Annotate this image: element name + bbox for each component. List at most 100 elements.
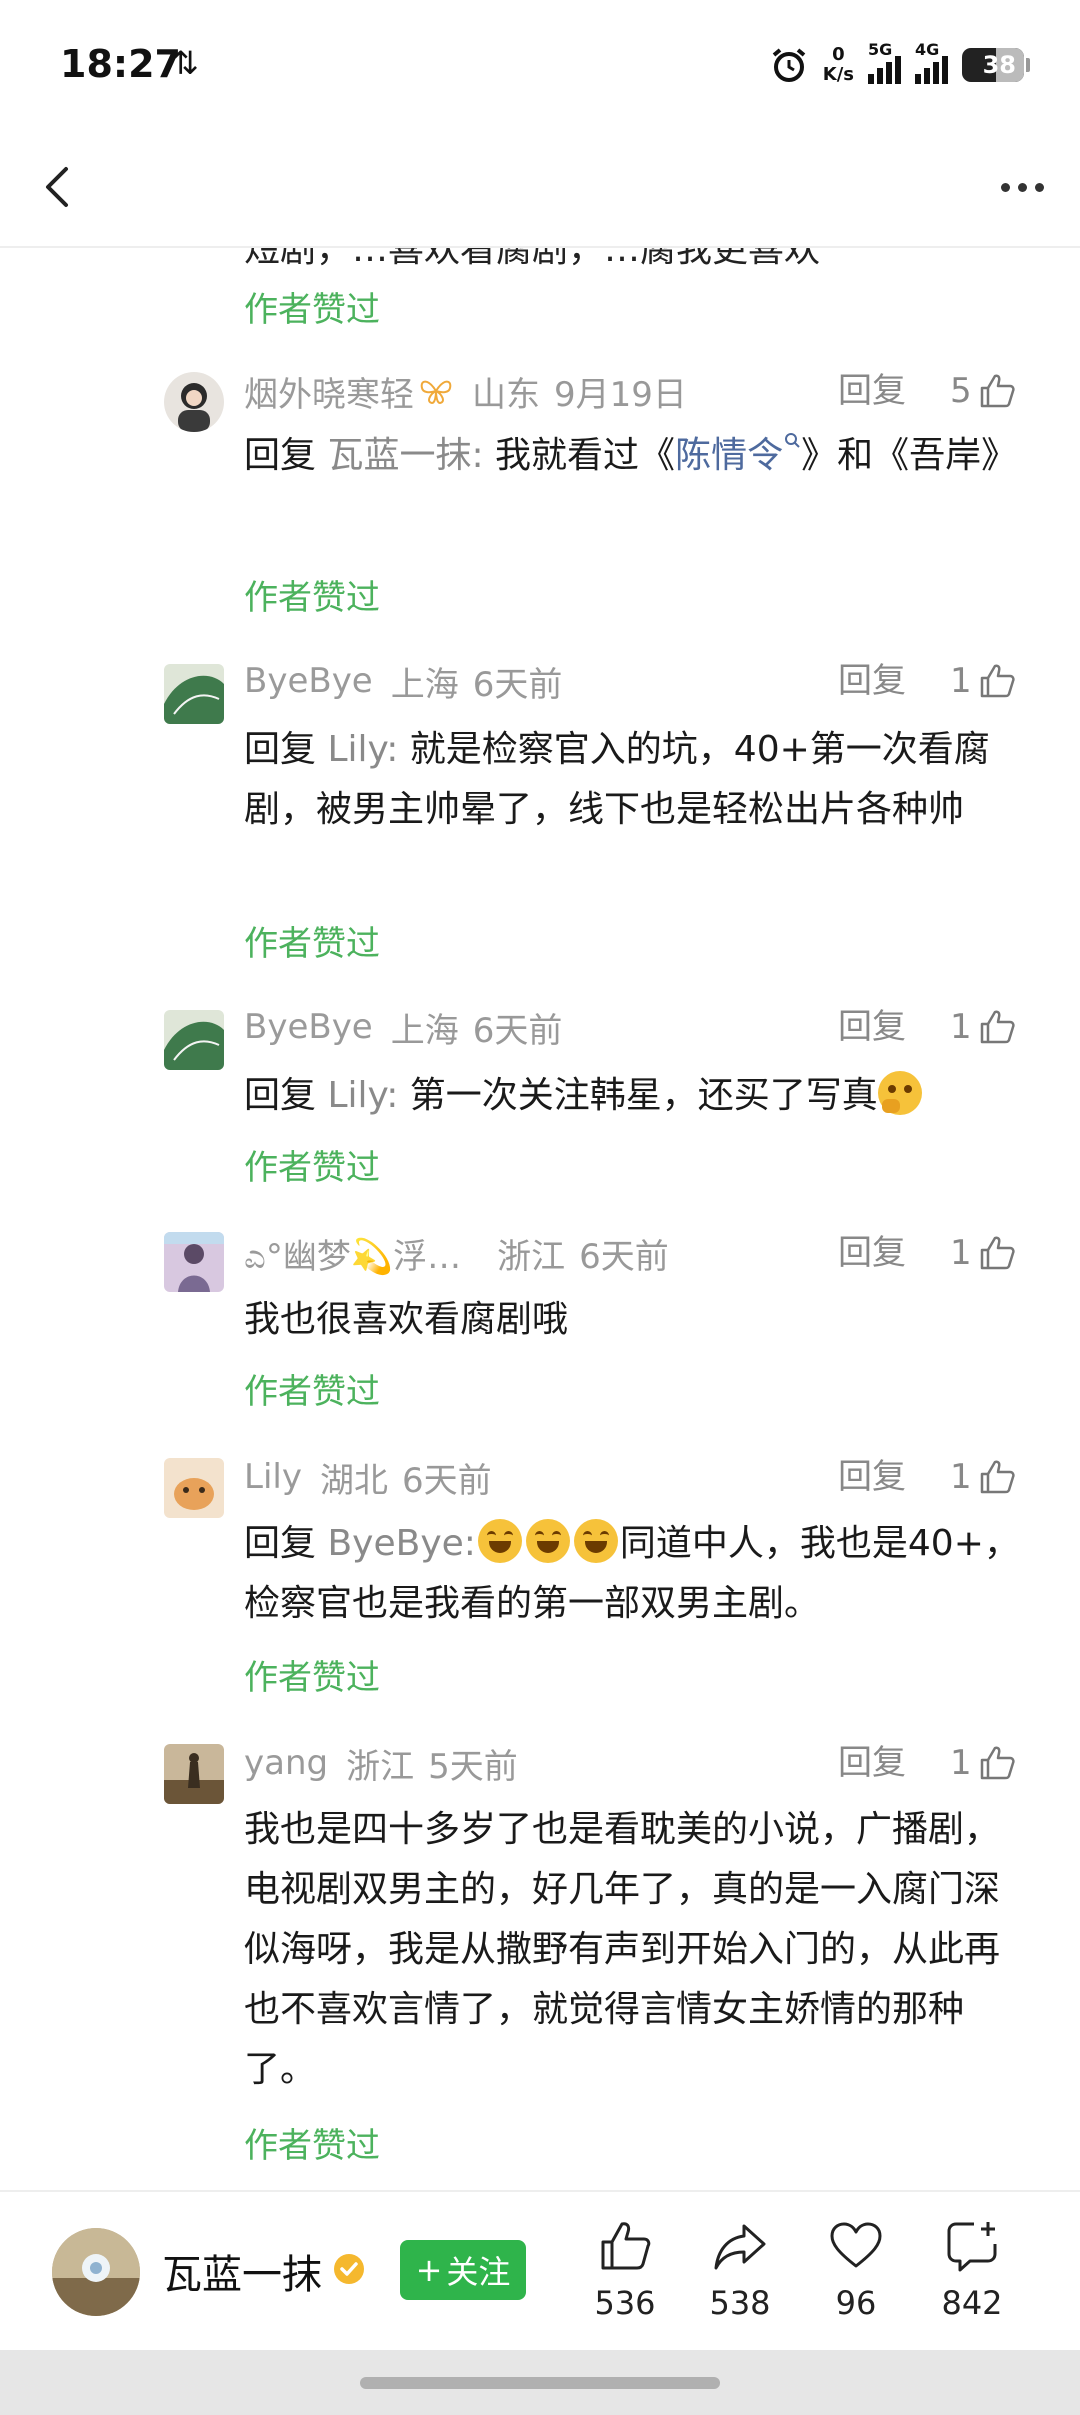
reply-target[interactable]: 瓦蓝一抹:	[327, 435, 483, 476]
author-liked-label: 作者赞过	[244, 1658, 380, 1698]
comment-text: 回复 Lily: 第一次关注韩星，还买了写真	[244, 1066, 1034, 1126]
comment-date: 5天前	[428, 1746, 518, 1787]
comment-date: 6天前	[472, 664, 563, 705]
like-count: 1	[950, 1457, 972, 1497]
reply-button[interactable]: 回复	[838, 1226, 906, 1280]
avatar[interactable]	[164, 664, 224, 724]
like-button[interactable]: 1	[950, 1736, 1016, 1790]
verified-badge-icon	[334, 2254, 364, 2284]
comment-date: 6天前	[472, 1010, 563, 1051]
status-bar: 18:27 ⇅ 0 K/s 5G 4G 38	[0, 0, 1080, 130]
author-avatar[interactable]	[52, 2228, 140, 2316]
comment-date: 9月19日	[554, 374, 687, 415]
reply-button[interactable]: 回复	[838, 1450, 906, 1504]
comment-text-part: 我就看过《	[483, 435, 676, 476]
like-total: 536	[594, 2284, 656, 2322]
signal-5g-icon: 5G	[868, 40, 901, 84]
status-time: 18:27	[60, 42, 181, 86]
commenter-location: 浙江	[497, 1236, 566, 1277]
thumbs-up-icon	[980, 664, 1015, 698]
favorite-action[interactable]: 96	[806, 2218, 906, 2338]
reply-button[interactable]: 回复	[838, 364, 906, 418]
favorite-total: 96	[835, 2284, 877, 2322]
thumbs-up-icon	[980, 1746, 1015, 1780]
comment-action[interactable]: 842	[922, 2218, 1022, 2338]
like-count: 1	[950, 1233, 972, 1273]
share-arrow-icon	[714, 2224, 766, 2270]
alarm-icon	[772, 48, 806, 82]
search-link[interactable]: 陈情令	[675, 435, 783, 476]
reply-button[interactable]: 回复	[838, 1000, 906, 1054]
reply-prefix: 回复	[244, 729, 317, 770]
search-icon	[785, 433, 800, 448]
network-speed-value: 0	[832, 44, 845, 65]
comment-text: 回复 Lily: 就是检察官入的坑，40+第一次看腐剧，被男主帅晕了，线下也是轻…	[244, 720, 1034, 840]
author-name[interactable]: 瓦蓝一抹	[162, 2242, 322, 2300]
avatar[interactable]	[164, 1232, 224, 1292]
bottom-action-bar: 瓦蓝一抹 + 关注 536 538 96 842	[0, 2190, 1080, 2350]
comment-date: 6天前	[401, 1460, 492, 1501]
more-button[interactable]	[992, 160, 1052, 214]
like-count: 1	[950, 1743, 972, 1783]
butterfly-badge-icon	[420, 380, 452, 405]
reply-target[interactable]: ByeBye:	[327, 1523, 475, 1564]
battery-level: 38	[982, 51, 1016, 79]
like-button[interactable]: 1	[950, 1226, 1016, 1280]
thumbs-up-icon	[980, 1236, 1015, 1270]
thumbs-up-icon	[980, 1460, 1015, 1494]
follow-label: 关注	[446, 2253, 511, 2291]
commenter-name[interactable]: ByeBye	[244, 1007, 373, 1047]
commenter-name[interactable]: 烟外晓寒轻	[244, 367, 414, 416]
comment-text: 回复 瓦蓝一抹: 我就看过《陈情令 》和《吾岸》	[244, 426, 1034, 486]
reply-button[interactable]: 回复	[838, 1736, 906, 1790]
commenter-name[interactable]: ಎ°幽梦💫浮…	[244, 1229, 461, 1278]
comment-total: 842	[941, 2284, 1003, 2322]
reply-prefix: 回复	[244, 435, 317, 476]
comment-text: 回复 ByeBye: 同道中人，我也是40+，检察官也是我看的第一部双男主剧。	[244, 1514, 1034, 1634]
reply-button[interactable]: 回复	[838, 654, 906, 708]
like-button[interactable]: 1	[950, 654, 1016, 708]
avatar[interactable]	[164, 1744, 224, 1804]
heart-icon	[830, 2222, 882, 2268]
signal-4g-label: 4G	[915, 40, 940, 59]
signal-4g-icon: 4G	[915, 40, 948, 84]
nav-bar	[0, 130, 1080, 248]
like-button[interactable]: 1	[950, 1450, 1016, 1504]
comment-text: 我也是四十多岁了也是看耽美的小说，广播剧，电视剧双男主的，好几年了，真的是一入腐…	[244, 1809, 1001, 2090]
author-liked-label: 作者赞过	[244, 1148, 380, 1188]
like-button[interactable]: 5	[950, 364, 1016, 418]
home-indicator[interactable]	[360, 2377, 720, 2389]
author-liked-label: 作者赞过	[244, 290, 380, 330]
reply-target[interactable]: Lily:	[327, 729, 398, 770]
commenter-name[interactable]: yang	[244, 1743, 328, 1783]
commenter-location: 上海	[390, 1010, 459, 1051]
network-speed-unit: K/s	[822, 64, 854, 85]
avatar[interactable]	[164, 1458, 224, 1518]
commenter-location: 浙江	[346, 1746, 415, 1787]
commenter-name[interactable]: Lily	[244, 1457, 302, 1497]
like-count: 1	[950, 1007, 972, 1047]
commenter-name[interactable]: ByeBye	[244, 661, 373, 701]
more-dot	[1000, 182, 1010, 192]
like-action[interactable]: 536	[575, 2218, 675, 2338]
share-action[interactable]: 538	[690, 2218, 790, 2338]
reply-target[interactable]: Lily:	[327, 1075, 398, 1116]
follow-button[interactable]: + 关注	[400, 2240, 526, 2300]
commenter-location: 湖北	[319, 1460, 388, 1501]
back-button[interactable]	[32, 155, 92, 219]
share-total: 538	[709, 2284, 771, 2322]
author-liked-label: 作者赞过	[244, 2126, 380, 2166]
like-button[interactable]: 1	[950, 1000, 1016, 1054]
laughing-tears-emoji-icon	[573, 1519, 618, 1563]
avatar[interactable]	[164, 372, 224, 432]
status-icons: 0 K/s 5G 4G 38	[769, 40, 1030, 90]
comment-text-part: 》和《吾岸》	[801, 435, 1018, 476]
add-comment-icon	[947, 2222, 997, 2272]
author-liked-label: 作者赞过	[244, 1372, 380, 1412]
avatar[interactable]	[164, 1010, 224, 1070]
battery-icon: 38	[962, 48, 1030, 82]
reply-prefix: 回复	[244, 1523, 317, 1564]
comment-text: 我也很喜欢看腐剧哦	[244, 1299, 569, 1340]
laughing-tears-emoji-icon	[477, 1519, 522, 1563]
chevron-left-icon	[46, 167, 68, 207]
